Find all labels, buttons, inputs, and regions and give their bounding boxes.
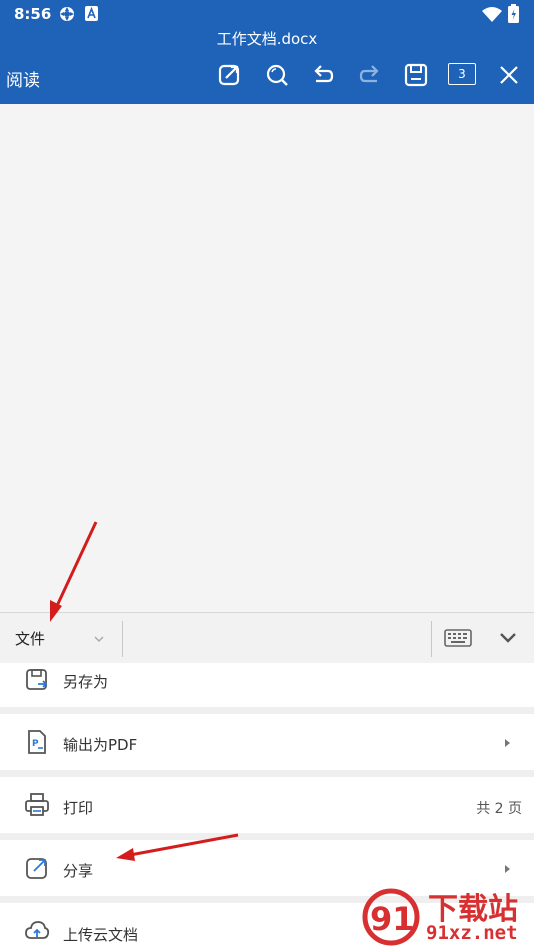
menu-label: 另存为 bbox=[63, 673, 109, 691]
bottom-tab-bar: 文件 bbox=[0, 612, 534, 664]
menu-item-export-pdf[interactable]: P 输出为PDF bbox=[0, 714, 534, 770]
menu-label: 输出为PDF bbox=[63, 736, 138, 754]
collapse-chevron-icon[interactable] bbox=[499, 632, 517, 644]
settings-status-icon bbox=[60, 7, 74, 21]
chevron-right-icon bbox=[505, 739, 510, 747]
status-bar: 8:56 bbox=[0, 0, 534, 28]
document-canvas[interactable] bbox=[0, 104, 534, 612]
app-status-icon bbox=[85, 6, 98, 21]
status-time: 8:56 bbox=[14, 5, 52, 23]
printer-icon bbox=[25, 793, 49, 816]
search-icon[interactable] bbox=[264, 62, 290, 88]
svg-text:P: P bbox=[32, 739, 39, 749]
watermark-url: 91xz.net bbox=[426, 922, 518, 944]
top-toolbar: 阅读 3 bbox=[0, 50, 534, 104]
battery-icon bbox=[508, 4, 519, 23]
tab-divider bbox=[431, 621, 432, 657]
menu-label: 打印 bbox=[63, 799, 94, 817]
menu-label: 分享 bbox=[63, 862, 94, 880]
watermark-91-icon: 91 bbox=[362, 888, 420, 946]
save-as-icon bbox=[26, 669, 48, 690]
close-icon[interactable] bbox=[496, 62, 522, 88]
menu-label: 上传云文档 bbox=[63, 926, 139, 944]
undo-icon[interactable] bbox=[310, 62, 336, 88]
keyboard-icon[interactable] bbox=[444, 629, 472, 647]
page-count-button[interactable]: 3 bbox=[448, 63, 476, 85]
cloud-upload-icon bbox=[25, 921, 50, 939]
edit-icon[interactable] bbox=[217, 62, 243, 88]
print-page-count: 共 2 页 bbox=[476, 801, 522, 817]
tab-file[interactable]: 文件 bbox=[15, 628, 45, 649]
menu-item-print[interactable]: 打印 共 2 页 bbox=[0, 777, 534, 833]
watermark-logo: 91 下载站 91xz.net bbox=[360, 886, 530, 948]
chevron-right-icon bbox=[505, 865, 510, 873]
document-title: 工作文档.docx bbox=[0, 28, 534, 50]
read-mode-button[interactable]: 阅读 bbox=[6, 66, 40, 91]
svg-text:91: 91 bbox=[370, 900, 415, 938]
share-icon bbox=[26, 858, 47, 879]
page-count-value: 3 bbox=[458, 67, 466, 81]
menu-item-save-as[interactable]: 另存为 bbox=[0, 663, 534, 707]
chevron-down-icon[interactable] bbox=[93, 635, 105, 643]
tab-divider bbox=[122, 621, 123, 657]
pdf-icon: P bbox=[28, 730, 46, 754]
redo-icon[interactable] bbox=[357, 62, 383, 88]
save-icon[interactable] bbox=[403, 62, 429, 88]
wifi-icon bbox=[482, 7, 502, 22]
